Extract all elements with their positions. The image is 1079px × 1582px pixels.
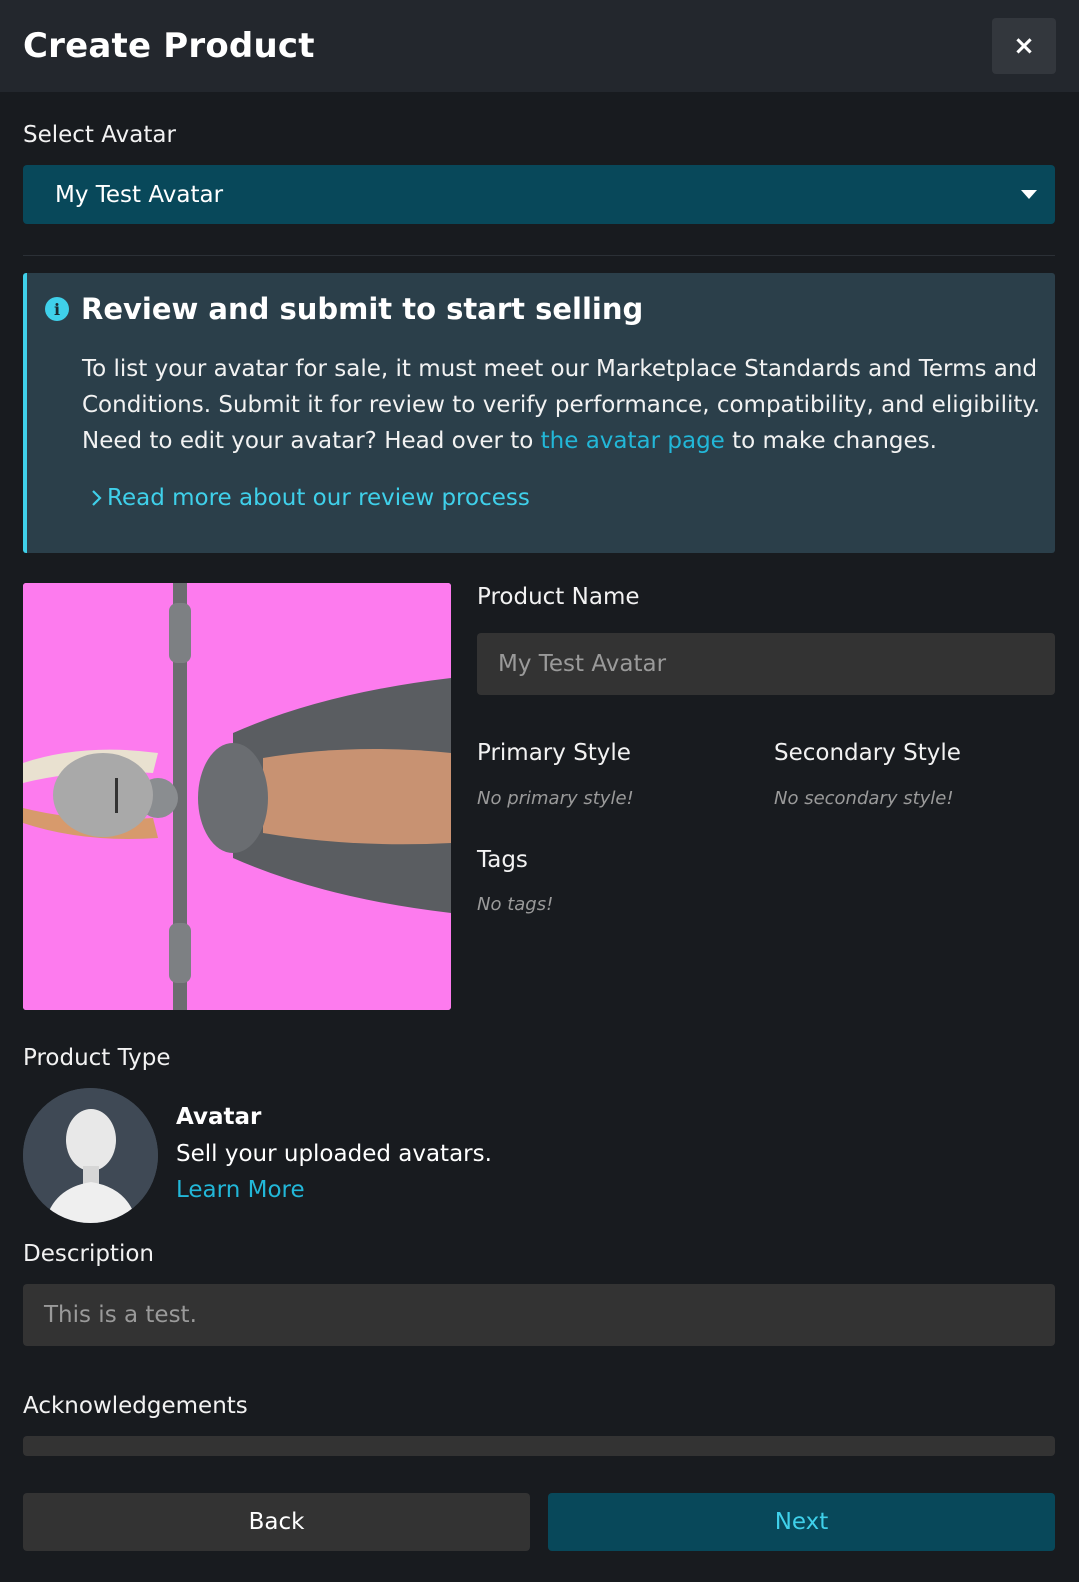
product-type-label: Product Type	[23, 1045, 171, 1071]
modal-header: Create Product ×	[0, 0, 1079, 92]
divider	[23, 255, 1055, 256]
info-body: To list your avatar for sale, it must me…	[82, 351, 1042, 459]
product-name-input[interactable]: My Test Avatar	[477, 633, 1055, 695]
info-body-end: to make changes.	[724, 428, 937, 454]
avatar-figure-icon	[23, 1088, 158, 1223]
avatar-type-image	[23, 1088, 158, 1223]
info-title: Review and submit to start selling	[81, 292, 644, 326]
product-name-label: Product Name	[477, 584, 640, 610]
next-button-label: Next	[774, 1509, 829, 1535]
product-type-description: Sell your uploaded avatars.	[176, 1141, 492, 1167]
tags-empty: No tags!	[477, 894, 554, 915]
secondary-style-label: Secondary Style	[774, 740, 961, 766]
close-button[interactable]: ×	[992, 18, 1056, 74]
select-avatar-label: Select Avatar	[23, 122, 176, 148]
primary-style-label: Primary Style	[477, 740, 631, 766]
back-button-label: Back	[248, 1509, 305, 1535]
acknowledgements-box[interactable]	[23, 1436, 1055, 1456]
learn-more-link[interactable]: Learn More	[176, 1177, 305, 1203]
primary-style-empty: No primary style!	[477, 788, 634, 809]
description-label: Description	[23, 1241, 154, 1267]
acknowledgements-label: Acknowledgements	[23, 1393, 248, 1419]
caret-down-icon	[1021, 190, 1037, 199]
description-input[interactable]: This is a test.	[23, 1284, 1055, 1346]
modal-title: Create Product	[23, 26, 315, 66]
back-button[interactable]: Back	[23, 1493, 530, 1551]
review-info-box: i Review and submit to start selling To …	[23, 273, 1055, 553]
chevron-right-icon	[92, 490, 102, 506]
read-more-link[interactable]: Read more about our review process	[89, 485, 530, 511]
avatar-page-link[interactable]: the avatar page	[541, 428, 725, 454]
avatar-select-value: My Test Avatar	[55, 181, 224, 208]
next-button[interactable]: Next	[548, 1493, 1055, 1551]
create-product-modal: Create Product × Select Avatar My Test A…	[0, 0, 1079, 1582]
tags-label: Tags	[477, 847, 528, 873]
description-placeholder: This is a test.	[44, 1302, 197, 1328]
avatar-select[interactable]: My Test Avatar	[23, 165, 1055, 224]
read-more-label: Read more about our review process	[107, 485, 530, 511]
avatar-render-image	[23, 583, 451, 1010]
avatar-thumbnail	[23, 583, 451, 1010]
product-type-name: Avatar	[176, 1104, 262, 1130]
product-name-placeholder: My Test Avatar	[498, 651, 667, 677]
info-icon: i	[45, 297, 69, 321]
secondary-style-empty: No secondary style!	[774, 788, 954, 809]
close-icon: ×	[1013, 31, 1035, 61]
